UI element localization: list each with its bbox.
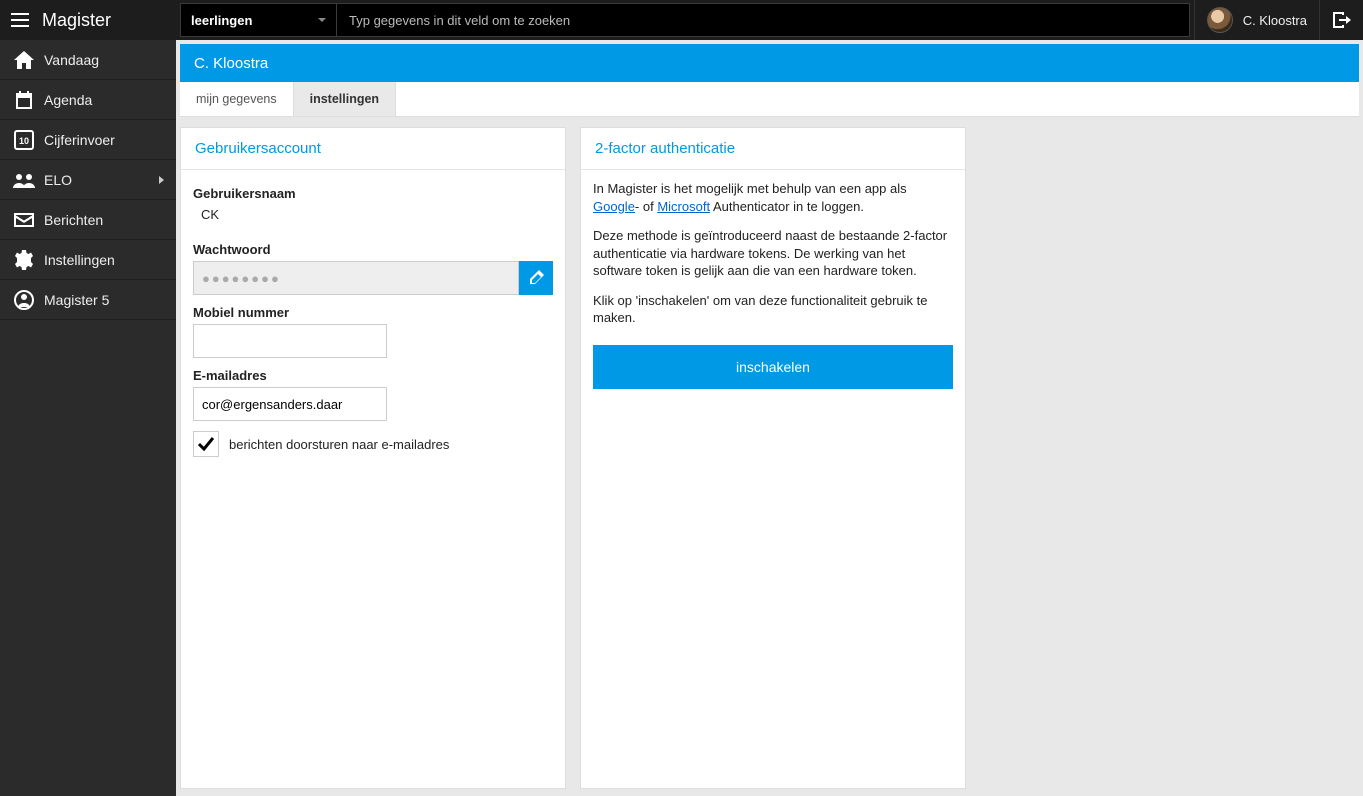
avatar [1207, 7, 1233, 33]
sidebar-item-label: Instellingen [44, 252, 115, 268]
magister5-icon [12, 290, 36, 310]
sidebar-item-vandaag[interactable]: Vandaag [0, 40, 176, 80]
sidebar-item-instellingen[interactable]: Instellingen [0, 240, 176, 280]
sidebar-item-cijferinvoer[interactable]: 10 Cijferinvoer [0, 120, 176, 160]
mobile-label: Mobiel nummer [193, 305, 553, 320]
gear-icon [12, 250, 36, 270]
sidebar-item-label: ELO [44, 172, 72, 188]
panel-2fa-body: In Magister is het mogelijk met behulp v… [581, 170, 965, 401]
email-field[interactable] [193, 387, 387, 421]
enable-2fa-button[interactable]: inschakelen [593, 345, 953, 389]
logout-button[interactable] [1319, 0, 1363, 40]
forward-label: berichten doorsturen naar e-mailadres [229, 437, 449, 452]
sidebar-item-label: Vandaag [44, 52, 99, 68]
link-google[interactable]: Google [593, 199, 635, 214]
logout-icon [1333, 12, 1351, 28]
topbar: Magister leerlingen C. Kloostra [0, 0, 1363, 40]
mobile-field[interactable] [193, 324, 387, 358]
panel-account-body: Gebruikersnaam CK Wachtwoord Mobiel numm… [181, 170, 565, 469]
tab-mijn-gegevens[interactable]: mijn gegevens [180, 82, 293, 116]
caret-down-icon [318, 18, 326, 22]
sidebar-item-label: Magister 5 [44, 292, 109, 308]
user-name: C. Kloostra [1243, 13, 1307, 28]
email-label: E-mailadres [193, 368, 553, 383]
sidebar-item-agenda[interactable]: 7 Agenda [0, 80, 176, 120]
panel-2fa: 2-factor authenticatie In Magister is he… [580, 127, 966, 789]
home-icon [12, 51, 36, 69]
chevron-right-icon [159, 176, 164, 184]
tab-instellingen[interactable]: instellingen [293, 82, 396, 116]
search-category-label: leerlingen [191, 13, 252, 28]
sidebar-item-label: Berichten [44, 212, 103, 228]
svg-text:7: 7 [22, 99, 27, 108]
panel-2fa-title: 2-factor authenticatie [581, 128, 965, 170]
main: C. Kloostra mijn gegevens instellingen G… [176, 40, 1363, 796]
brand: Magister [40, 10, 176, 31]
content: Gebruikersaccount Gebruikersnaam CK Wach… [176, 117, 1363, 793]
search-category-select[interactable]: leerlingen [181, 4, 337, 36]
sidebar-item-berichten[interactable]: Berichten [0, 200, 176, 240]
user-menu[interactable]: C. Kloostra [1194, 0, 1319, 40]
twofa-p3: Klik op 'inschakelen' om van deze functi… [593, 292, 953, 327]
check-icon [198, 437, 214, 451]
calendar-icon: 7 [12, 90, 36, 110]
password-label: Wachtwoord [193, 242, 553, 257]
twofa-p2: Deze methode is geïntroduceerd naast de … [593, 227, 953, 280]
username-value: CK [193, 205, 553, 232]
twofa-p1: In Magister is het mogelijk met behulp v… [593, 180, 953, 215]
forward-checkbox[interactable] [193, 431, 219, 457]
sidebar-item-label: Cijferinvoer [44, 132, 115, 148]
twofa-p1-post: Authenticator in te loggen. [710, 199, 864, 214]
password-field [193, 261, 519, 295]
username-label: Gebruikersnaam [193, 186, 553, 201]
sidebar-item-elo[interactable]: ELO [0, 160, 176, 200]
edit-password-button[interactable] [519, 261, 553, 295]
people-icon [12, 172, 36, 188]
svg-text:10: 10 [19, 136, 29, 146]
grades-icon: 10 [12, 130, 36, 150]
sidebar-item-magister5[interactable]: Magister 5 [0, 280, 176, 320]
panel-account-title: Gebruikersaccount [181, 128, 565, 170]
hamburger-icon [11, 13, 29, 27]
panel-account: Gebruikersaccount Gebruikersnaam CK Wach… [180, 127, 566, 789]
mail-icon [12, 213, 36, 227]
twofa-p1-pre: In Magister is het mogelijk met behulp v… [593, 181, 907, 196]
search-bar: leerlingen [180, 3, 1190, 37]
menu-toggle[interactable] [0, 0, 40, 40]
tabs: mijn gegevens instellingen [180, 82, 1359, 117]
link-microsoft[interactable]: Microsoft [657, 199, 710, 214]
sidebar-item-label: Agenda [44, 92, 92, 108]
search-input[interactable] [337, 4, 1189, 36]
pencil-icon [528, 270, 544, 286]
twofa-p1-mid: - of [635, 199, 657, 214]
page-title: C. Kloostra [180, 44, 1359, 82]
sidebar: Vandaag 7 Agenda 10 Cijferinvoer ELO Ber… [0, 40, 176, 796]
